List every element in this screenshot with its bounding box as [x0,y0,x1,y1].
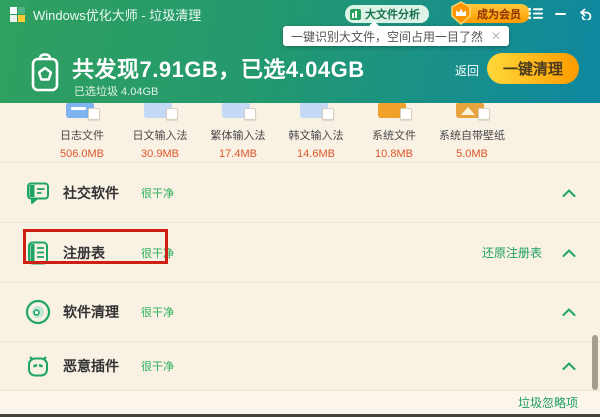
category-size: 506.0MB [60,148,104,160]
checkbox[interactable] [166,108,178,120]
window-title: Windows优化大师 - 垃圾清理 [33,5,201,24]
checkbox[interactable] [400,108,412,120]
crown-badge-icon [449,1,473,25]
checkbox[interactable] [244,108,256,120]
checkbox[interactable] [322,108,334,120]
tooltip-bubble: 一键识别大文件，空间占用一目了然 ✕ [283,26,509,46]
checkbox[interactable] [88,108,100,120]
section-software-cleanup[interactable]: 软件清理 很干净 [0,282,600,341]
section-label: 软件清理 [63,302,141,322]
section-malicious-plugins[interactable]: 恶意插件 很干净 [0,341,600,390]
chevron-up-icon[interactable] [562,308,576,316]
section-list: 社交软件 很干净 注册表 很干净 还原注册表 [0,160,600,390]
section-label: 恶意插件 [63,356,141,376]
garbage-ignore-link[interactable]: 垃圾忽略项 [518,394,578,411]
tooltip-close-icon[interactable]: ✕ [491,29,501,43]
category-item-wallpapers[interactable]: 系统自带壁纸 5.0MB [433,103,511,160]
category-name: 韩文输入法 [289,127,344,143]
category-item-logs[interactable]: 日志文件 506.0MB [43,103,121,160]
system-folder-icon [378,103,410,121]
section-status: 很干净 [141,358,174,374]
chevron-up-icon[interactable] [562,189,576,197]
category-item-korean-ime[interactable]: 韩文输入法 14.6MB [277,103,355,160]
back-undo-icon[interactable] [578,7,592,20]
titlebar: Windows优化大师 - 垃圾清理 大文件分析 成为会员 [0,0,600,28]
category-name: 繁体输入法 [211,127,266,143]
devil-face-icon [24,353,51,380]
category-size: 17.4MB [219,148,257,160]
tooltip-text: 一键识别大文件，空间占用一目了然 [291,28,483,45]
footer-bar: 垃圾忽略项 [0,390,600,414]
category-item-traditional-ime[interactable]: 繁体输入法 17.4MB [199,103,277,160]
category-name: 日文输入法 [133,127,188,143]
titlebar-controls [528,7,592,20]
become-member-button[interactable]: 成为会员 [456,4,530,23]
scrollbar-thumb[interactable] [592,335,598,390]
category-row: 日志文件 506.0MB 日文输入法 30.9MB 繁体输入法 17.4MB 韩… [0,103,600,160]
category-size: 5.0MB [456,148,488,160]
wallpaper-icon [456,103,488,121]
bar-chart-icon [350,9,361,20]
section-status: 很干净 [141,185,174,201]
category-size: 10.8MB [375,148,413,160]
menu-list-icon[interactable] [528,7,543,20]
folder-icon [144,103,176,121]
section-status: 很干净 [141,245,174,261]
section-registry[interactable]: 注册表 很干净 还原注册表 [0,222,600,282]
category-size: 30.9MB [141,148,179,160]
big-file-analysis-button[interactable]: 大文件分析 [345,5,429,23]
category-name: 系统自带壁纸 [439,127,505,143]
registry-document-icon [24,239,51,266]
log-file-icon [66,103,98,121]
section-status: 很干净 [141,304,174,320]
category-name: 系统文件 [372,127,416,143]
section-label: 社交软件 [63,183,141,203]
category-size: 14.6MB [297,148,335,160]
section-label: 注册表 [63,243,141,263]
folder-icon [222,103,254,121]
folder-icon [300,103,332,121]
section-social-software[interactable]: 社交软件 很干净 [0,162,600,222]
become-member-label: 成为会员 [477,6,521,22]
header-area: Windows优化大师 - 垃圾清理 大文件分析 成为会员 [0,0,600,103]
app-window: Windows优化大师 - 垃圾清理 大文件分析 成为会员 [0,0,600,417]
category-name: 日志文件 [60,127,104,143]
big-file-analysis-label: 大文件分析 [365,6,420,22]
scan-summary: 共发现7.91GB，已选4.04GB [72,52,365,84]
checkbox[interactable] [478,108,490,120]
restore-registry-link[interactable]: 还原注册表 [482,244,542,261]
chevron-up-icon[interactable] [562,362,576,370]
trash-bin-icon [25,51,65,94]
disc-icon [24,299,51,326]
minimize-icon[interactable] [554,7,567,20]
chat-bubble-icon [24,179,51,206]
back-link[interactable]: 返回 [455,62,479,79]
category-item-japanese-ime[interactable]: 日文输入法 30.9MB [121,103,199,160]
category-item-system-files[interactable]: 系统文件 10.8MB [355,103,433,160]
one-click-clean-button[interactable]: 一键清理 [487,53,579,84]
app-logo-icon [10,7,25,22]
selected-garbage-detail: 已选垃圾 4.04GB [74,83,158,99]
chevron-up-icon[interactable] [562,249,576,257]
